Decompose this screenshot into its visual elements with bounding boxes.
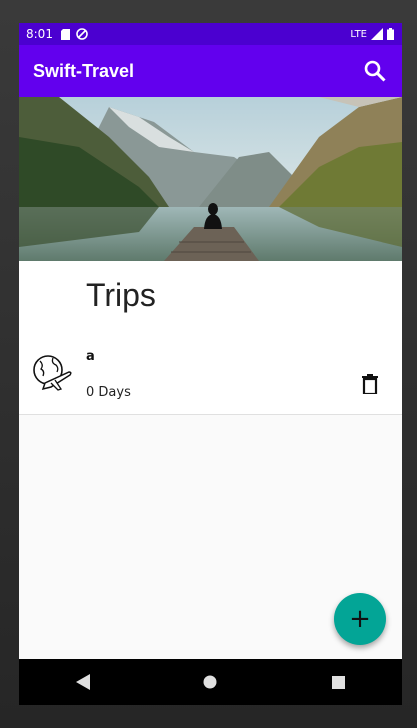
home-button[interactable] bbox=[190, 662, 230, 702]
globe-plane-icon bbox=[31, 353, 73, 395]
section-title: Trips bbox=[86, 277, 156, 313]
app-bar: Swift-Travel bbox=[19, 45, 402, 97]
trips-header: Trips bbox=[19, 261, 402, 334]
back-button[interactable] bbox=[63, 662, 103, 702]
do-not-disturb-icon bbox=[76, 28, 88, 40]
battery-icon bbox=[387, 28, 394, 40]
search-icon bbox=[364, 60, 386, 82]
phone-screen: 8:01 LTE Swift-Travel Trips a 0 Days + bbox=[19, 23, 402, 705]
system-navigation-bar bbox=[19, 659, 402, 705]
signal-icon bbox=[371, 28, 383, 40]
sd-card-icon bbox=[60, 28, 70, 40]
home-icon bbox=[203, 675, 217, 689]
delete-icon bbox=[362, 374, 378, 394]
trip-duration: 0 Days bbox=[86, 385, 131, 400]
search-button[interactable] bbox=[362, 58, 388, 84]
recents-icon bbox=[331, 675, 345, 689]
back-icon bbox=[75, 674, 90, 690]
hero-image bbox=[19, 97, 402, 261]
delete-trip-button[interactable] bbox=[358, 371, 382, 397]
add-trip-button[interactable]: + bbox=[334, 593, 386, 645]
trip-name: a bbox=[86, 349, 95, 364]
network-type: LTE bbox=[350, 28, 367, 40]
status-time: 8:01 bbox=[26, 27, 53, 41]
recents-button[interactable] bbox=[318, 662, 358, 702]
add-icon: + bbox=[349, 604, 371, 634]
trip-list-item[interactable]: a 0 Days bbox=[19, 333, 402, 415]
status-bar: 8:01 LTE bbox=[19, 23, 402, 45]
app-title: Swift-Travel bbox=[33, 60, 135, 81]
